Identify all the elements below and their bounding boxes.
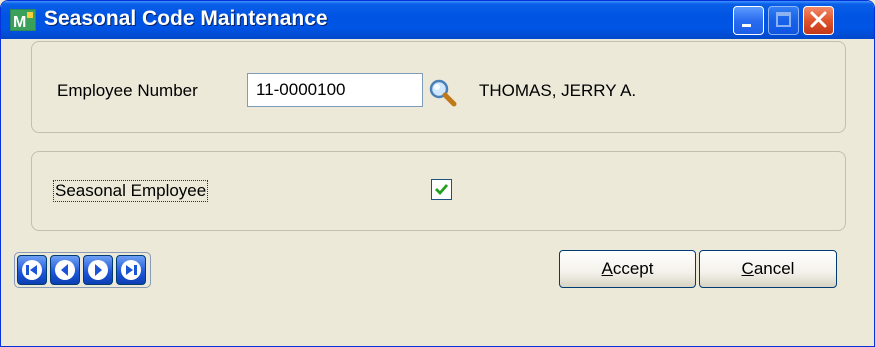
close-button[interactable] xyxy=(803,6,834,35)
last-record-button[interactable] xyxy=(116,255,146,285)
previous-record-button[interactable] xyxy=(50,255,80,285)
magnifier-icon[interactable] xyxy=(426,77,460,107)
first-record-button[interactable] xyxy=(17,255,47,285)
check-mark-icon xyxy=(435,184,449,196)
cancel-label: ancel xyxy=(753,259,795,278)
accept-label: ccept xyxy=(612,259,654,278)
previous-record-icon xyxy=(55,260,75,280)
employee-number-input[interactable]: 11-0000100 xyxy=(247,73,423,107)
maximize-button[interactable] xyxy=(768,6,799,35)
next-record-icon xyxy=(88,260,108,280)
next-record-button[interactable] xyxy=(83,255,113,285)
window-title: Seasonal Code Maintenance xyxy=(44,7,328,30)
minimize-button[interactable] xyxy=(733,6,764,35)
svg-text:M: M xyxy=(13,14,26,31)
title-bar[interactable]: M Seasonal Code Maintenance xyxy=(1,1,874,39)
accept-button[interactable]: Accept xyxy=(559,250,696,288)
last-record-icon xyxy=(121,260,141,280)
employee-name: THOMAS, JERRY A. xyxy=(479,81,637,100)
accept-mnemonic: A xyxy=(601,259,613,278)
minimize-icon xyxy=(742,24,751,27)
seasonal-employee-checkbox[interactable] xyxy=(431,179,452,200)
employee-number-label: Employee Number xyxy=(57,81,198,100)
seasonal-code-maintenance-window: M Seasonal Code Maintenance Employee Num… xyxy=(0,0,875,347)
close-icon xyxy=(810,11,827,28)
first-record-icon xyxy=(22,260,42,280)
maximize-icon xyxy=(776,12,791,27)
sage-app-icon: M xyxy=(10,9,36,31)
cancel-mnemonic: C xyxy=(741,259,754,278)
seasonal-employee-label[interactable]: Seasonal Employee xyxy=(53,180,209,202)
cancel-button[interactable]: Cancel xyxy=(699,250,837,288)
